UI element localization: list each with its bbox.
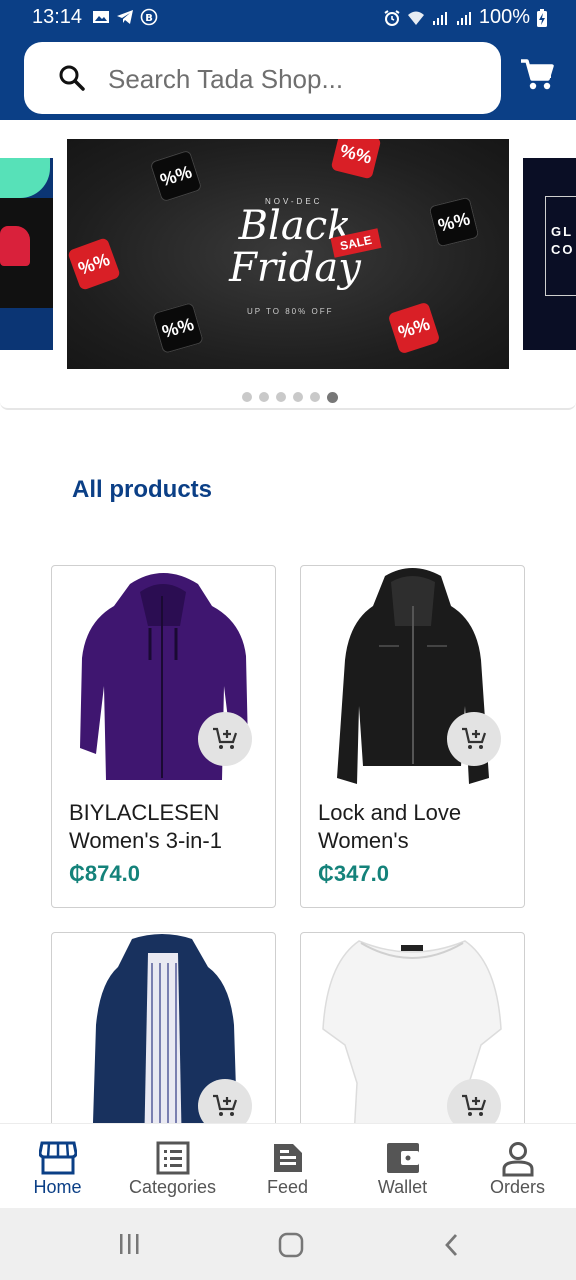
banner-subtitle: UP TO 80% OFF	[247, 307, 334, 316]
percent-cube: %%	[428, 196, 480, 248]
nav-feed[interactable]: Feed	[230, 1124, 345, 1209]
b-circle-icon: B	[140, 8, 158, 26]
search-icon	[59, 65, 85, 91]
product-name: Lock and Love Women's	[318, 800, 462, 853]
system-navigation-bar	[0, 1208, 576, 1280]
add-cart-icon	[213, 727, 238, 749]
wifi-icon	[407, 11, 424, 25]
document-icon	[273, 1144, 302, 1172]
percent-cube: %%	[149, 149, 203, 203]
carousel-dot[interactable]	[259, 392, 269, 402]
add-cart-icon	[213, 1094, 238, 1116]
add-cart-icon	[462, 1094, 487, 1116]
shopping-cart-icon[interactable]	[519, 58, 555, 92]
search-input[interactable]: Search Tada Shop...	[108, 64, 343, 95]
recent-apps-icon[interactable]	[118, 1232, 142, 1256]
carousel-dot[interactable]	[276, 392, 286, 402]
add-to-cart-button[interactable]	[198, 712, 252, 766]
list-icon	[156, 1141, 189, 1175]
product-name: BIYLACLESEN Women's 3-in-1	[69, 800, 222, 853]
product-price: ₵347.0	[318, 861, 389, 886]
nav-wallet-label: Wallet	[377, 1177, 428, 1197]
battery-charging-icon	[537, 8, 547, 27]
product-card[interactable]: BIYLACLESEN Women's 3-in-1 ₵874.0	[51, 565, 276, 908]
telegram-icon	[117, 10, 133, 24]
percent-cube: %%	[152, 302, 204, 354]
carousel-dot[interactable]	[242, 392, 252, 402]
search-bar[interactable]: Search Tada Shop...	[24, 42, 501, 114]
nav-orders-label: Orders	[489, 1177, 545, 1197]
add-to-cart-button[interactable]	[447, 712, 501, 766]
store-icon	[38, 1141, 77, 1175]
promo-carousel[interactable]: %% %% %% %% %% %% NOV-DEC Black Friday S…	[0, 120, 576, 410]
battery-percent: 100%	[478, 6, 530, 28]
black-friday-banner[interactable]: %% %% %% %% %% %% NOV-DEC Black Friday S…	[67, 139, 509, 369]
nav-orders[interactable]: Orders	[460, 1124, 575, 1209]
nav-categories-label: Categories	[128, 1177, 217, 1197]
back-icon[interactable]	[442, 1232, 462, 1258]
image-icon	[93, 11, 109, 23]
carousel-next-slide[interactable]: GL CO	[523, 158, 576, 350]
carousel-dot[interactable]	[293, 392, 303, 402]
nav-home[interactable]: Home	[0, 1124, 115, 1209]
person-icon	[502, 1142, 533, 1177]
nav-categories[interactable]: Categories	[115, 1124, 230, 1209]
carousel-indicator	[242, 392, 338, 403]
section-title: All products	[72, 476, 213, 503]
status-bar: 13:14 B 100%	[0, 0, 576, 36]
carousel-dot[interactable]	[310, 392, 320, 402]
svg-text:B: B	[145, 13, 153, 24]
signal-icon	[432, 11, 447, 25]
alarm-icon	[384, 9, 400, 26]
add-cart-icon	[462, 727, 487, 749]
status-time: 13:14	[32, 6, 83, 28]
carousel-prev-slide[interactable]	[0, 158, 53, 350]
nav-feed-label: Feed	[266, 1177, 309, 1197]
percent-cube: %%	[387, 301, 441, 355]
app-header: 13:14 B 100% Search Tada Shop...	[0, 0, 576, 120]
signal-icon	[456, 11, 471, 25]
home-icon[interactable]	[278, 1232, 304, 1258]
carousel-dot-active[interactable]	[327, 392, 338, 403]
percent-cube: %%	[330, 139, 382, 180]
nav-home-label: Home	[33, 1177, 82, 1197]
wallet-icon	[386, 1143, 419, 1173]
product-price: ₵874.0	[69, 861, 140, 886]
bottom-navigation: Home Categories Feed Wallet Orders	[0, 1123, 576, 1208]
nav-wallet[interactable]: Wallet	[345, 1124, 460, 1209]
product-card[interactable]: Lock and Love Women's ₵347.0	[300, 565, 525, 908]
percent-cube: %%	[67, 237, 121, 291]
